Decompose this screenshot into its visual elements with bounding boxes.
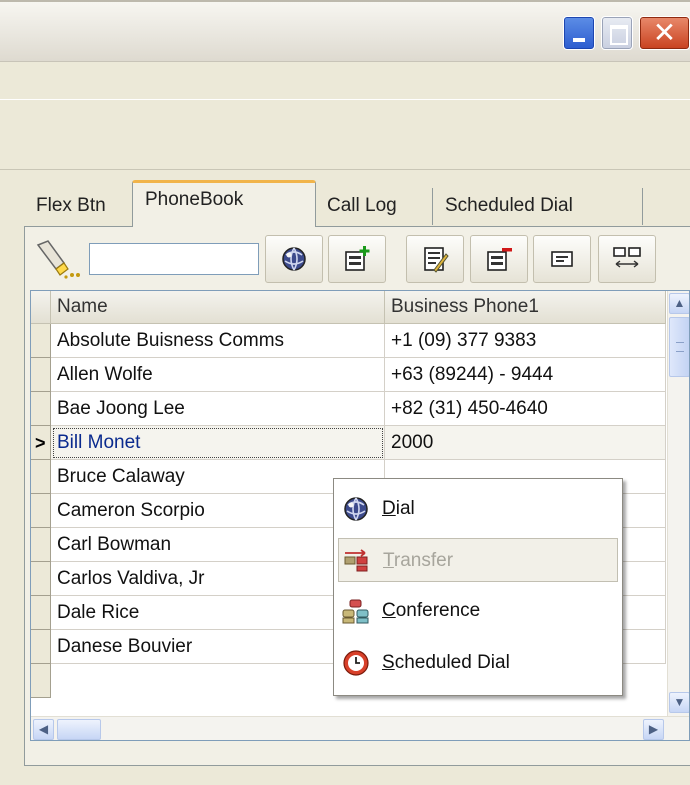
context-menu: Dial Transfer Conference Scheduled Dial <box>333 478 623 696</box>
cell-name[interactable]: Bill Monet <box>51 426 385 460</box>
menu-item-label: Dial <box>382 498 415 519</box>
cell-phone[interactable]: +82 (31) 450-4640 <box>385 392 666 426</box>
vertical-scroll-thumb[interactable] <box>669 317 689 377</box>
flashlight-icon[interactable] <box>34 239 82 279</box>
close-button[interactable]: ✕ <box>639 16 690 50</box>
tab-phonebook[interactable]: PhoneBook <box>132 180 316 227</box>
minimize-button[interactable] <box>563 16 595 50</box>
tab-scheduled-dial[interactable]: Scheduled Dial <box>433 188 643 225</box>
table-row[interactable]: Absolute Buisness Comms +1 (09) 377 9383 <box>31 324 666 358</box>
edit-contact-button[interactable] <box>406 235 464 283</box>
transfer-contacts-button[interactable] <box>598 235 656 283</box>
conference-icon <box>342 599 369 624</box>
window-titlebar: ✕ <box>0 0 690 62</box>
globe-dial-icon <box>282 247 306 271</box>
dial-button[interactable] <box>265 235 323 283</box>
menu-item-conference[interactable]: Conference <box>338 589 618 633</box>
scroll-up-button[interactable]: ▲ <box>669 293 689 314</box>
menu-item-transfer: Transfer <box>338 538 618 582</box>
scroll-down-button[interactable]: ▼ <box>669 692 689 713</box>
row-indicator-header <box>31 291 51 324</box>
transfer-icon <box>344 549 368 572</box>
delete-contact-icon <box>487 248 512 271</box>
cell-phone[interactable]: +63 (89244) - 9444 <box>385 358 666 392</box>
horizontal-scroll-thumb[interactable] <box>57 719 101 740</box>
menu-item-dial[interactable]: Dial <box>338 487 618 531</box>
table-row[interactable]: Bae Joong Lee +82 (31) 450-4640 <box>31 392 666 426</box>
cell-name[interactable]: Allen Wolfe <box>51 358 385 392</box>
globe-icon <box>344 497 368 521</box>
horizontal-scrollbar[interactable]: ◀ ▶ <box>31 716 689 740</box>
clock-icon <box>343 650 369 676</box>
transfer-contacts-icon <box>613 247 641 268</box>
cell-phone[interactable]: 2000 <box>385 426 666 460</box>
table-row-selected[interactable]: > Bill Monet 2000 <box>31 426 666 460</box>
tab-call-log[interactable]: Call Log <box>315 188 433 225</box>
menu-item-scheduled-dial[interactable]: Scheduled Dial <box>338 641 618 685</box>
row-indicator: > <box>31 426 51 460</box>
cell-name[interactable]: Bae Joong Lee <box>51 392 385 426</box>
menu-bar <box>0 62 690 100</box>
menu-item-label: Conference <box>382 600 481 621</box>
tab-flex-btn[interactable]: Flex Btn <box>24 188 136 225</box>
current-row-arrow-icon: > <box>35 433 46 453</box>
scroll-left-button[interactable]: ◀ <box>33 719 54 740</box>
row-indicator <box>31 358 51 392</box>
tab-strip: Flex Btn PhoneBook Call Log Scheduled Di… <box>24 180 690 227</box>
menu-item-label: Scheduled Dial <box>382 652 510 673</box>
cell-phone[interactable]: +1 (09) 377 9383 <box>385 324 666 358</box>
column-header-business-phone1[interactable]: Business Phone1 <box>385 291 666 324</box>
card-icon <box>551 251 573 267</box>
delete-contact-button[interactable] <box>470 235 528 283</box>
phonebook-toolbar <box>30 233 690 287</box>
row-indicator <box>31 392 51 426</box>
row-indicator <box>31 664 51 698</box>
menu-item-label: Transfer <box>383 550 454 571</box>
add-contact-button[interactable] <box>328 235 386 283</box>
maximize-button[interactable] <box>601 16 633 50</box>
search-input[interactable] <box>89 243 259 275</box>
column-header-name[interactable]: Name <box>51 291 385 324</box>
add-contact-icon <box>345 246 370 271</box>
vertical-scrollbar[interactable]: ▲ ▼ <box>667 291 689 716</box>
row-indicator <box>31 324 51 358</box>
row-indicator <box>31 562 51 596</box>
row-indicator <box>31 528 51 562</box>
cell-name[interactable]: Absolute Buisness Comms <box>51 324 385 358</box>
tool-band <box>0 100 690 170</box>
card-button[interactable] <box>533 235 591 283</box>
scroll-right-button[interactable]: ▶ <box>643 719 664 740</box>
row-indicator <box>31 494 51 528</box>
row-indicator <box>31 596 51 630</box>
edit-contact-icon <box>424 247 449 273</box>
table-row[interactable]: Allen Wolfe +63 (89244) - 9444 <box>31 358 666 392</box>
row-indicator <box>31 460 51 494</box>
row-indicator <box>31 630 51 664</box>
